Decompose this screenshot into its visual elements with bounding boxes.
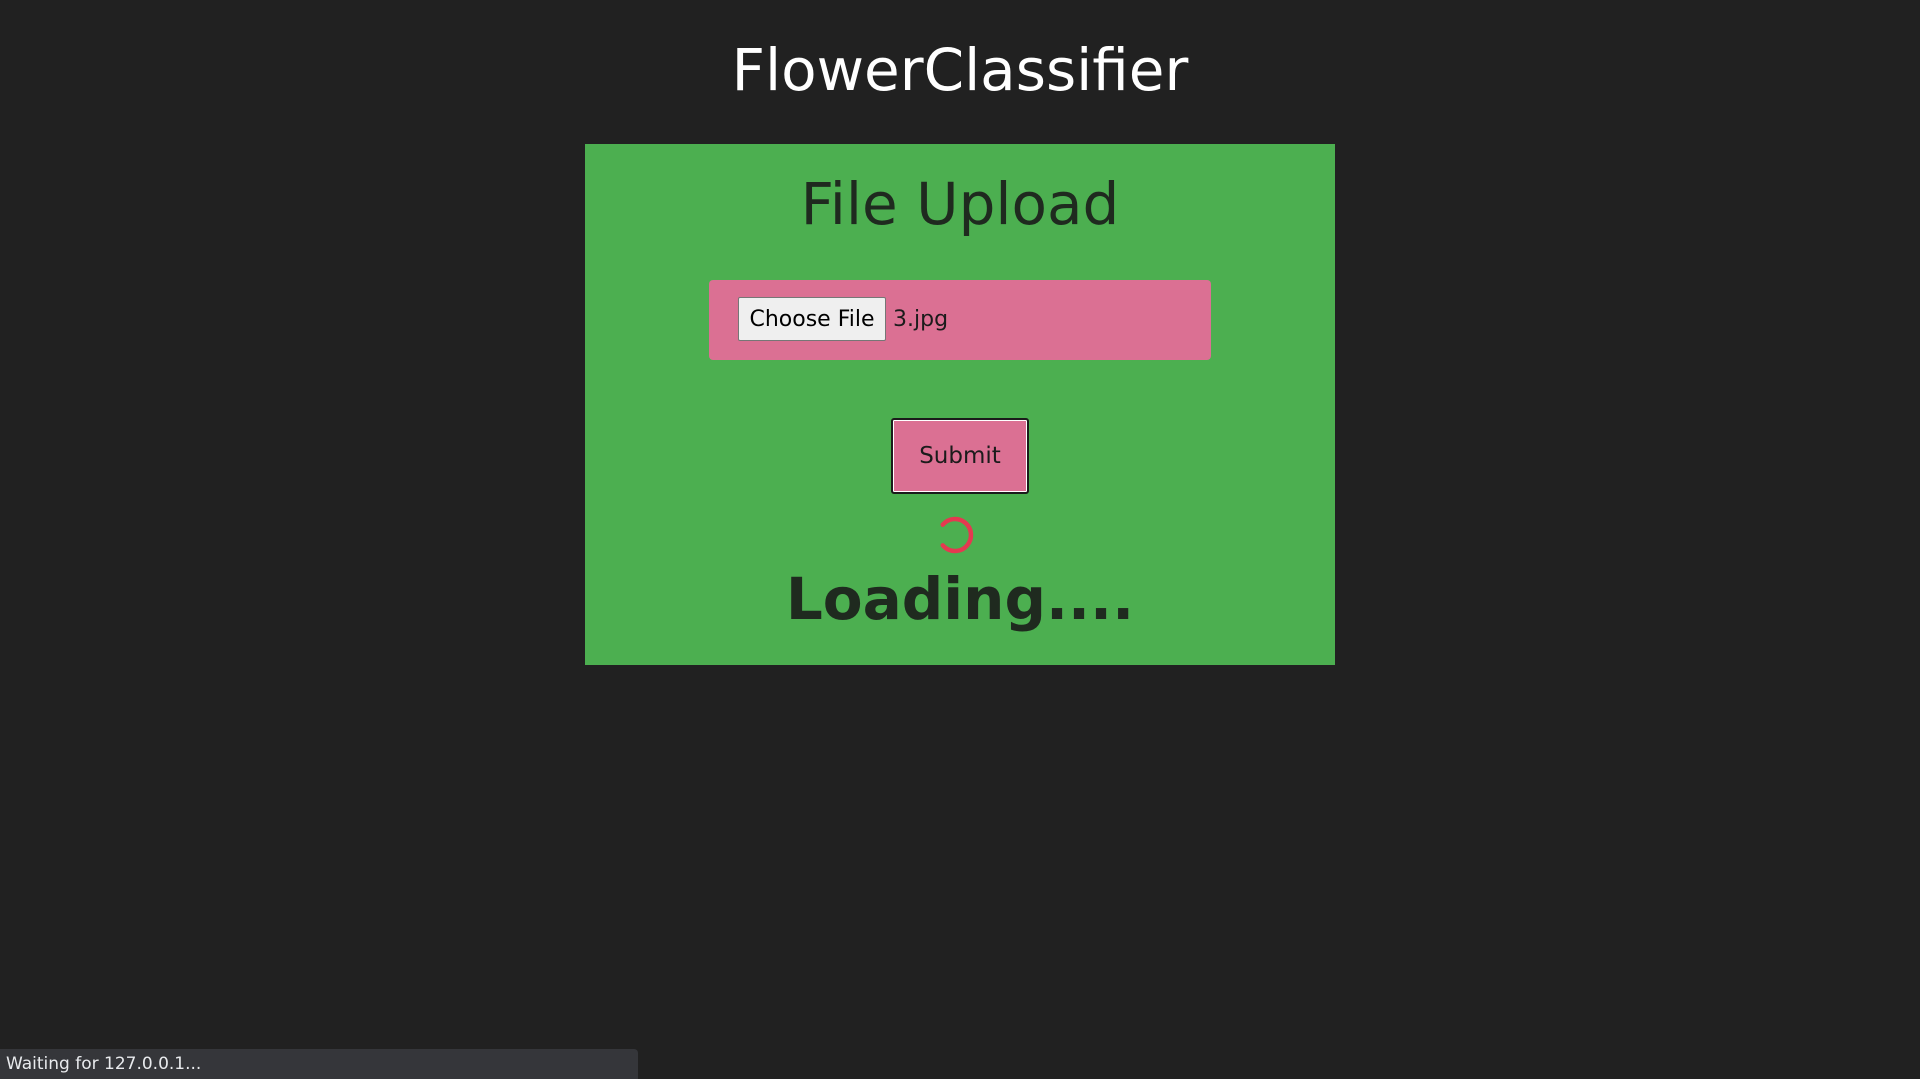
browser-status-bar: Waiting for 127.0.0.1... (0, 1049, 638, 1079)
loading-spinner-icon (936, 516, 974, 554)
page: FlowerClassifier File Upload Choose File… (0, 0, 1920, 1079)
panel-title: File Upload (800, 170, 1120, 238)
app-title: FlowerClassifier (731, 36, 1189, 104)
selected-file-name: 3.jpg (893, 307, 949, 332)
loading-text: Loading.... (785, 565, 1135, 633)
file-input-container: Choose File 3.jpg (709, 280, 1211, 360)
upload-panel: File Upload Choose File 3.jpg Submit Loa… (585, 144, 1335, 665)
choose-file-button[interactable]: Choose File (738, 297, 886, 341)
submit-button[interactable]: Submit (891, 418, 1029, 494)
